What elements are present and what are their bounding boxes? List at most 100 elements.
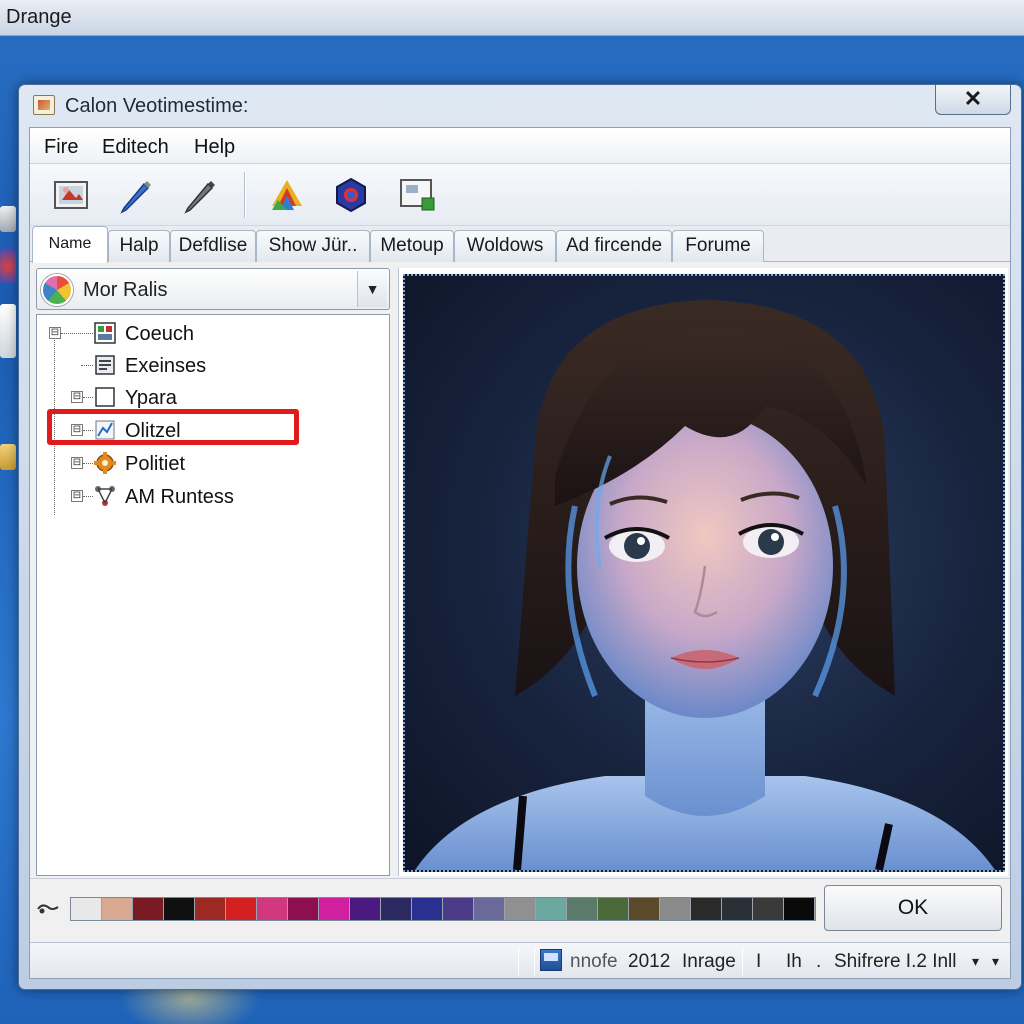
tree-item-politiet[interactable]: ⊟ Politiet [37, 449, 377, 479]
source-dropdown[interactable]: Mor Ralis ▼ [36, 268, 390, 310]
portrait-image[interactable] [403, 274, 1005, 872]
status-bar: nnofe 2012 Inrage I Ih . Shifrere I.2 In… [30, 942, 1010, 978]
tab-strip: Name Halp Defdlise Show Jür.. Metoup Wol… [30, 226, 1010, 263]
color-swatch[interactable] [164, 898, 195, 920]
menu-editech[interactable]: Editech [102, 136, 169, 159]
status-year: 2012 [628, 951, 671, 972]
tree-item-coeuch[interactable]: ⊟ Coeuch [37, 319, 377, 349]
pen-icon[interactable] [116, 176, 154, 214]
ok-button[interactable]: OK [824, 885, 1002, 931]
document-icon [93, 353, 117, 377]
desktop-titlebar: Drange [0, 0, 1024, 36]
menu-bar: Fire Editech Help [30, 128, 1010, 164]
tab-defdlise[interactable]: Defdlise [170, 230, 256, 262]
tab-woldows[interactable]: Woldows [454, 230, 556, 262]
tree-view: ⊟ Coeuch Exeinses ⊟ Ypara ⊟ Olitzel ⊟ Po… [36, 314, 390, 876]
desktop-icon-drive[interactable] [0, 206, 16, 232]
tab-metoup[interactable]: Metoup [370, 230, 454, 262]
tree-connector [83, 397, 93, 398]
palette-wheel-icon [41, 274, 73, 306]
tree-item-label: Politiet [125, 453, 186, 475]
color-swatch[interactable] [381, 898, 412, 920]
toolbar-separator [244, 172, 246, 218]
tree-item-label: AM Runtess [125, 486, 234, 508]
tree-item-label: Coeuch [125, 323, 194, 345]
status-separator [534, 947, 535, 975]
desktop-icon-file[interactable] [0, 304, 16, 358]
color-swatch[interactable] [350, 898, 381, 920]
tree-connector [83, 463, 93, 464]
color-swatch[interactable] [102, 898, 133, 920]
tab-name[interactable]: Name [32, 226, 108, 263]
color-swatch[interactable] [598, 898, 629, 920]
tree-connector [61, 333, 93, 334]
left-panel: Mor Ralis ▼ ⊟ Coeuch Exeinses ⊟ Ypara ⊟ … [36, 268, 390, 876]
image-icon[interactable] [52, 176, 90, 214]
color-swatch[interactable] [288, 898, 319, 920]
color-swatch[interactable] [784, 898, 815, 920]
chevron-down-icon[interactable]: ▼ [357, 271, 387, 307]
app-icon [33, 95, 55, 115]
color-swatch[interactable] [567, 898, 598, 920]
portrait-illustration [415, 300, 995, 870]
pencil-icon[interactable] [180, 176, 218, 214]
status-separator [518, 947, 519, 975]
close-button[interactable]: ✕ [935, 85, 1011, 115]
eyedropper-icon[interactable] [36, 901, 60, 917]
shapes-icon[interactable] [268, 176, 306, 214]
screen-icon[interactable] [398, 176, 436, 214]
color-swatch[interactable] [536, 898, 567, 920]
text-cursor-icon: I [756, 951, 762, 972]
color-swatch[interactable] [226, 898, 257, 920]
window-title: Calon Veotimestime: [65, 95, 249, 117]
frame-icon [93, 385, 117, 409]
tree-item-label: Ypara [125, 387, 177, 409]
tab-forume[interactable]: Forume [672, 230, 764, 262]
color-swatch[interactable] [691, 898, 722, 920]
status-mode: nnofe [570, 951, 618, 972]
color-swatch[interactable] [629, 898, 660, 920]
status-kind: Inrage [682, 951, 736, 972]
expander-icon[interactable]: ⊟ [49, 327, 61, 339]
tree-item-exeinses[interactable]: Exeinses [37, 351, 377, 381]
tree-item-am-runtess[interactable]: ⊟ AM Runtess [37, 482, 377, 512]
expander-icon[interactable]: ⊟ [71, 457, 83, 469]
selection-highlight [47, 409, 299, 445]
gear-icon [93, 451, 117, 475]
status-info: Shifrere I.2 Inll [834, 951, 957, 972]
status-unit: Ih [786, 951, 802, 972]
menu-fire[interactable]: Fire [44, 136, 78, 159]
tree-item-label: Exeinses [125, 355, 207, 377]
color-swatch[interactable] [722, 898, 753, 920]
tab-show-jur[interactable]: Show Jür.. [256, 230, 370, 262]
color-swatch[interactable] [660, 898, 691, 920]
color-swatch[interactable] [133, 898, 164, 920]
desktop-icon-folder[interactable] [0, 444, 16, 470]
color-swatch[interactable] [753, 898, 784, 920]
tab-ad-fircende[interactable]: Ad fircende [556, 230, 672, 262]
color-swatch[interactable] [319, 898, 350, 920]
window-client: Fire Editech Help Name Halp Defdlise Sho… [29, 127, 1011, 979]
desktop-icon-globe[interactable] [0, 248, 16, 284]
tab-halp[interactable]: Halp [108, 230, 170, 262]
color-swatch[interactable] [257, 898, 288, 920]
expander-icon[interactable]: ⊟ [71, 490, 83, 502]
color-swatch[interactable] [71, 898, 102, 920]
source-dropdown-value: Mor Ralis [83, 279, 168, 301]
status-separator [742, 947, 743, 975]
color-swatch[interactable] [505, 898, 536, 920]
grid-icon [93, 321, 117, 345]
color-swatch[interactable] [443, 898, 474, 920]
color-swatch[interactable] [195, 898, 226, 920]
chevron-down-icon[interactable]: ▾ [992, 953, 999, 970]
hexagon-icon[interactable] [332, 176, 370, 214]
expander-icon[interactable]: ⊟ [71, 391, 83, 403]
color-swatches [70, 897, 816, 921]
tree-connector [83, 496, 93, 497]
menu-help[interactable]: Help [194, 136, 235, 159]
desktop-title: Drange [6, 6, 72, 28]
color-swatch[interactable] [412, 898, 443, 920]
color-swatch[interactable] [474, 898, 505, 920]
monitor-icon [540, 949, 562, 971]
chevron-down-icon[interactable]: ▾ [972, 953, 979, 970]
